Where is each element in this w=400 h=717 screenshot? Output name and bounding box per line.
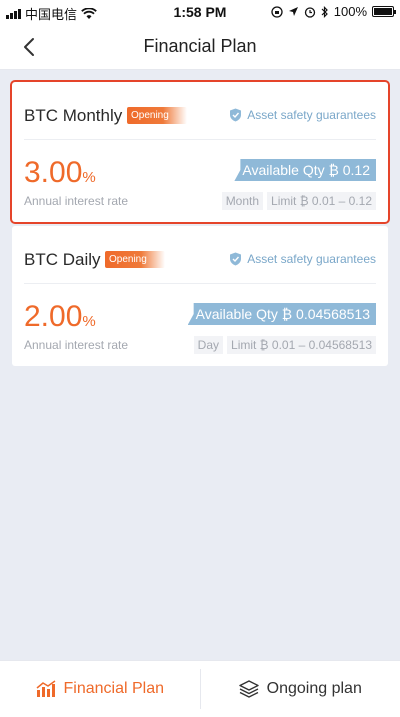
plan-card-btc-monthly[interactable]: BTC Monthly Opening Asset safety guarant…	[12, 82, 388, 222]
status-badge: Opening	[127, 107, 187, 124]
interest-rate: 2.00%	[24, 300, 96, 334]
plan-list: BTC Monthly Opening Asset safety guarant…	[0, 70, 400, 660]
rate-unit: %	[82, 169, 96, 186]
status-bar: 中国电信 1:58 PM 100%	[0, 0, 400, 24]
plan-card-btc-daily[interactable]: BTC Daily Opening Asset safety guarantee…	[12, 226, 388, 366]
nav-bar: Financial Plan	[0, 24, 400, 70]
plan-tags: Month Limit ₿ 0.01 – 0.12	[221, 192, 376, 210]
plan-tags: Day Limit ₿ 0.01 – 0.04568513	[193, 336, 376, 354]
layers-icon	[238, 680, 259, 698]
tab-financial-plan[interactable]: Financial Plan	[0, 661, 200, 717]
tab-label: Financial Plan	[63, 680, 165, 697]
safety-label: Asset safety guarantees	[247, 108, 376, 122]
rate-label: Annual interest rate	[24, 338, 129, 352]
shield-check-icon	[230, 108, 242, 122]
rotation-lock-icon	[271, 5, 283, 18]
rate-label: Annual interest rate	[24, 194, 129, 208]
safety-note[interactable]: Asset safety guarantees	[229, 252, 376, 266]
plan-name: BTC Monthly	[24, 106, 123, 125]
alarm-icon	[304, 6, 315, 18]
rate-unit: %	[82, 313, 96, 330]
limit-tag: Limit ₿ 0.01 – 0.04568513	[227, 336, 376, 354]
tab-label: Ongoing plan	[266, 680, 362, 697]
interest-rate: 3.00%	[24, 156, 96, 190]
plan-card-header: BTC Monthly Opening Asset safety guarant…	[24, 82, 376, 140]
shield-check-icon	[230, 252, 242, 266]
tab-bar: Financial Plan Ongoing plan	[0, 660, 400, 717]
rate-value: 3.00	[24, 156, 83, 189]
status-badge: Opening	[105, 251, 165, 268]
page-title: Financial Plan	[143, 36, 257, 56]
status-right: 100%	[271, 4, 396, 19]
tab-ongoing-plan[interactable]: Ongoing plan	[201, 661, 400, 717]
available-qty: Available Qty ₿ 0.12	[234, 159, 376, 181]
bluetooth-icon	[321, 5, 328, 18]
limit-tag: Limit ₿ 0.01 – 0.12	[267, 192, 376, 210]
battery-percent: 100%	[333, 4, 367, 19]
plan-card-body: 3.00% Annual interest rate Available Qty…	[24, 140, 376, 222]
plan-card-body: 2.00% Annual interest rate Available Qty…	[24, 284, 376, 366]
safety-label: Asset safety guarantees	[247, 252, 376, 266]
period-tag: Day	[193, 336, 224, 354]
safety-note[interactable]: Asset safety guarantees	[229, 108, 376, 122]
plan-card-header: BTC Daily Opening Asset safety guarantee…	[24, 226, 376, 284]
period-tag: Month	[221, 192, 264, 210]
rate-value: 2.00	[24, 300, 83, 333]
battery-icon	[372, 6, 396, 17]
bar-chart-icon	[36, 680, 55, 697]
plan-name: BTC Daily	[24, 250, 101, 269]
available-qty: Available Qty ₿ 0.04568513	[187, 303, 376, 325]
location-icon	[288, 7, 298, 16]
